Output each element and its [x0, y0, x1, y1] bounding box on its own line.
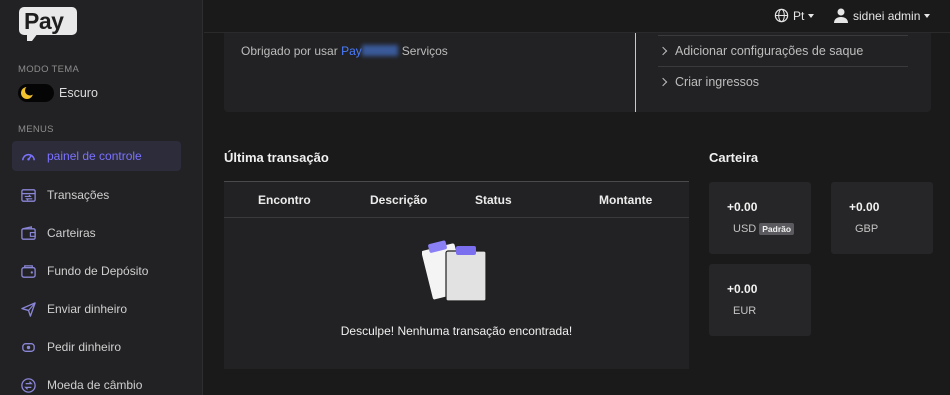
user-menu[interactable]: sidnei admin	[834, 8, 931, 23]
link-divider	[658, 35, 908, 36]
column-header-amount[interactable]: Montante	[599, 193, 652, 207]
theme-toggle-row[interactable]: Escuro	[18, 84, 98, 102]
wallet-currency: GBP	[855, 223, 878, 235]
send-icon	[19, 300, 37, 318]
transactions-table: Encontro Descrição Status Montante Descu…	[224, 181, 689, 369]
chevron-right-icon	[658, 46, 668, 56]
wallets-title: Carteira	[709, 150, 759, 165]
language-label: Pt	[793, 8, 805, 23]
sidebar-item-label: Moeda de câmbio	[47, 378, 143, 392]
request-money-icon	[19, 338, 37, 356]
quick-link-create-tickets[interactable]: Criar ingressos	[658, 75, 760, 89]
chevron-down-icon	[924, 13, 931, 18]
card-divider	[635, 33, 636, 112]
globe-icon	[774, 8, 789, 23]
empty-clipboard-icon	[422, 240, 487, 302]
wallet-card-eur[interactable]: +0.00 EUR	[709, 264, 811, 336]
sidebar-item-wallets[interactable]: Carteiras	[12, 218, 181, 248]
user-icon	[834, 8, 848, 23]
wallet-amount: +0.00	[727, 282, 758, 296]
welcome-suffix: Serviços	[401, 44, 448, 58]
quick-link-label: Criar ingressos	[675, 75, 760, 89]
welcome-text: Obrigado por usar Pay Serviços	[241, 44, 448, 58]
sidebar-item-dashboard[interactable]: painel de controle	[12, 141, 181, 171]
sidebar-item-label: Fundo de Depósito	[47, 264, 149, 278]
sidebar-item-deposit[interactable]: Fundo de Depósito	[12, 256, 181, 286]
sidebar-item-label: Carteiras	[47, 226, 96, 240]
logo-text: Pay	[24, 8, 64, 34]
topbar: Pt sidnei admin	[204, 0, 950, 33]
table-header: Encontro Descrição Status Montante	[224, 182, 689, 218]
exchange-icon	[19, 376, 37, 394]
link-divider	[658, 66, 908, 67]
sidebar: Pay MODO TEMA Escuro MENUS painel de con…	[0, 0, 203, 395]
moon-icon	[21, 86, 34, 99]
welcome-prefix: Obrigado por usar	[241, 44, 338, 58]
wallet-currency-label: USD	[733, 223, 757, 235]
transactions-title: Última transação	[224, 150, 329, 165]
quick-link-label: Adicionar configurações de saque	[675, 44, 864, 58]
app-logo[interactable]: Pay	[19, 7, 79, 41]
wallet-currency: USD Padrão	[733, 223, 795, 235]
default-badge: Padrão	[759, 223, 795, 235]
wallet-currency-label: EUR	[733, 305, 757, 317]
column-header-date[interactable]: Encontro	[258, 193, 311, 207]
transactions-icon	[19, 186, 37, 204]
welcome-card: Obrigado por usar Pay Serviços Adicionar …	[224, 33, 931, 112]
wallet-amount: +0.00	[849, 200, 880, 214]
user-name: sidnei admin	[853, 8, 921, 23]
dashboard-icon	[19, 147, 37, 165]
wallet-card-usd[interactable]: +0.00 USD Padrão	[709, 182, 811, 254]
column-header-status[interactable]: Status	[475, 193, 512, 207]
chevron-right-icon	[658, 77, 668, 87]
sidebar-item-label: painel de controle	[47, 149, 142, 163]
wallet-currency-label: GBP	[855, 223, 879, 235]
wallet-amount: +0.00	[727, 200, 758, 214]
sidebar-item-label: Pedir dinheiro	[47, 340, 122, 354]
wallet-icon	[19, 224, 37, 242]
sidebar-item-label: Enviar dinheiro	[47, 302, 128, 316]
sidebar-item-label: Transações	[47, 188, 110, 202]
language-selector[interactable]: Pt	[774, 8, 815, 23]
empty-state-message: Desculpe! Nenhuma transação encontrada!	[340, 324, 573, 338]
menus-section-label: MENUS	[18, 124, 54, 135]
wallet-currency: EUR	[733, 305, 756, 317]
theme-label: Escuro	[59, 86, 98, 100]
wallet-card-gbp[interactable]: +0.00 GBP	[831, 182, 933, 254]
welcome-brand[interactable]: Pay	[341, 44, 362, 58]
deposit-icon	[19, 262, 37, 280]
sidebar-item-transactions[interactable]: Transações	[12, 180, 181, 210]
quick-link-withdraw-settings[interactable]: Adicionar configurações de saque	[658, 44, 864, 58]
redacted-brand	[361, 45, 398, 56]
sidebar-item-send-money[interactable]: Enviar dinheiro	[12, 294, 181, 324]
sidebar-item-currency-exchange[interactable]: Moeda de câmbio	[12, 370, 181, 395]
theme-section-label: MODO TEMA	[18, 64, 80, 75]
sidebar-item-request-money[interactable]: Pedir dinheiro	[12, 332, 181, 362]
column-header-description[interactable]: Descrição	[370, 193, 427, 207]
chevron-down-icon	[808, 13, 815, 18]
theme-toggle[interactable]	[18, 84, 54, 102]
